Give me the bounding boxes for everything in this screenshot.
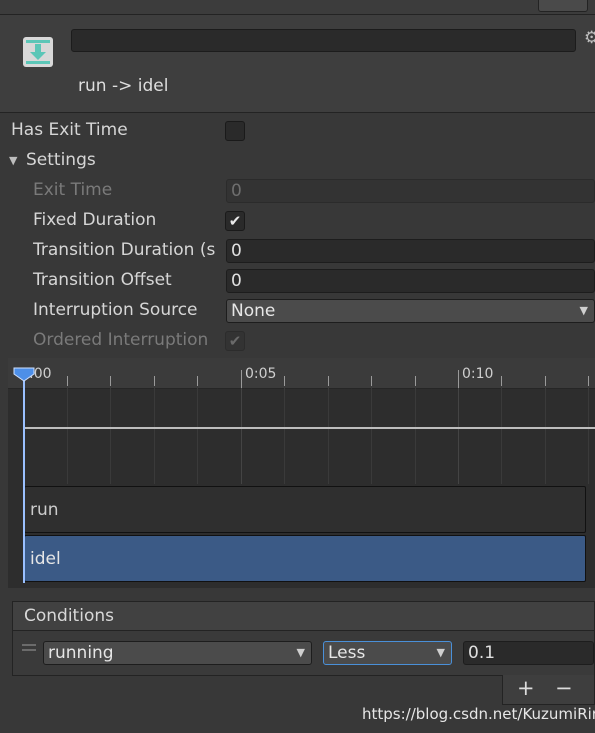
ruler-major-tick [458, 370, 459, 388]
conditions-footer: + − [502, 675, 595, 705]
destination-clip-idel[interactable]: idel [24, 535, 586, 582]
timeline-grid-line [154, 388, 155, 484]
timeline-playhead[interactable] [23, 371, 25, 583]
transition-name-field[interactable] [71, 29, 576, 52]
timeline-grid-line [371, 388, 372, 484]
transition-offset-field[interactable]: 0 [226, 269, 595, 293]
interruption-source-label: Interruption Source [33, 300, 198, 320]
exit-time-label: Exit Time [33, 180, 113, 200]
conditions-title: Conditions [24, 606, 114, 626]
checkmark-icon: ✔ [228, 332, 242, 350]
ruler-minor-tick [371, 376, 372, 386]
timeline-grid-line [545, 388, 546, 484]
condition-parameter-dropdown[interactable]: running ▼ [43, 641, 312, 665]
checkmark-icon: ✔ [228, 212, 242, 230]
clip-label: idel [30, 549, 61, 569]
transition-offset-label: Transition Offset [33, 270, 172, 290]
playhead-marker-icon[interactable] [12, 366, 36, 382]
timeline-grid-line [197, 388, 198, 484]
has-exit-time-checkbox[interactable] [225, 121, 245, 141]
transition-duration-label: Transition Duration (s [33, 240, 216, 260]
interruption-source-value: None [231, 301, 276, 321]
timeline-grid-line [110, 388, 111, 484]
timeline-grid-line [501, 388, 502, 484]
ruler-minor-tick [501, 376, 502, 386]
clip-label: run [30, 500, 59, 520]
has-exit-time-label: Has Exit Time [11, 120, 128, 140]
condition-threshold-field[interactable]: 0.1 [463, 641, 594, 665]
ruler-minor-tick [154, 376, 155, 386]
ruler-minor-tick [415, 376, 416, 386]
remove-condition-button[interactable]: − [555, 676, 573, 700]
watermark-text: https://blog.csdn.net/KuzumiRin [362, 705, 595, 723]
timeline-ruler[interactable]: :00 0:05 0:10 [8, 358, 595, 389]
timeline-grid-line [588, 388, 589, 484]
gear-icon[interactable]: ⚙ [584, 28, 595, 48]
condition-operator-value: Less [328, 643, 366, 663]
timeline-grid-line [458, 388, 459, 484]
ruler-tick-label: 0:05 [245, 366, 277, 382]
ruler-minor-tick [588, 376, 589, 386]
condition-parameter-value: running [48, 643, 114, 663]
timeline-grid-line [241, 388, 242, 484]
timeline-grid-line [328, 388, 329, 484]
condition-operator-dropdown[interactable]: Less ▼ [323, 641, 452, 665]
top-corner-button[interactable] [538, 0, 588, 12]
drag-handle-icon[interactable] [22, 649, 36, 651]
settings-foldout-icon[interactable]: ▼ [9, 154, 17, 167]
timeline-grid-line [67, 388, 68, 484]
conditions-list: running ▼ Less ▼ 0.1 [12, 631, 595, 676]
ruler-minor-tick [284, 376, 285, 386]
fixed-duration-checkbox[interactable]: ✔ [225, 211, 245, 231]
fixed-duration-label: Fixed Duration [33, 210, 157, 230]
ruler-minor-tick [110, 376, 111, 386]
add-condition-button[interactable]: + [517, 676, 535, 700]
exit-time-field: 0 [226, 179, 595, 203]
interruption-source-dropdown[interactable]: None ▼ [226, 299, 595, 323]
top-strip [0, 0, 595, 15]
ordered-interruption-label: Ordered Interruption [33, 330, 209, 350]
timeline-grid-line [284, 388, 285, 484]
transition-title: run -> idel [78, 76, 169, 96]
ordered-interruption-checkbox: ✔ [225, 331, 245, 351]
chevron-down-icon: ▼ [436, 646, 445, 659]
ruler-tick-label: 0:10 [462, 366, 494, 382]
ruler-minor-tick [67, 376, 68, 386]
conditions-header: Conditions [12, 601, 595, 631]
chevron-down-icon: ▼ [296, 646, 305, 659]
transition-icon [22, 36, 54, 68]
ruler-minor-tick [197, 376, 198, 386]
timeline-grid-line [415, 388, 416, 484]
settings-foldout-label[interactable]: Settings [26, 150, 96, 170]
transition-duration-field[interactable]: 0 [226, 239, 595, 263]
source-clip-run[interactable]: run [24, 486, 586, 533]
ruler-minor-tick [328, 376, 329, 386]
transition-curve-line [24, 427, 595, 429]
ruler-minor-tick [545, 376, 546, 386]
drag-handle-icon[interactable] [22, 644, 36, 646]
chevron-down-icon: ▼ [579, 304, 588, 317]
ruler-major-tick [241, 370, 242, 388]
